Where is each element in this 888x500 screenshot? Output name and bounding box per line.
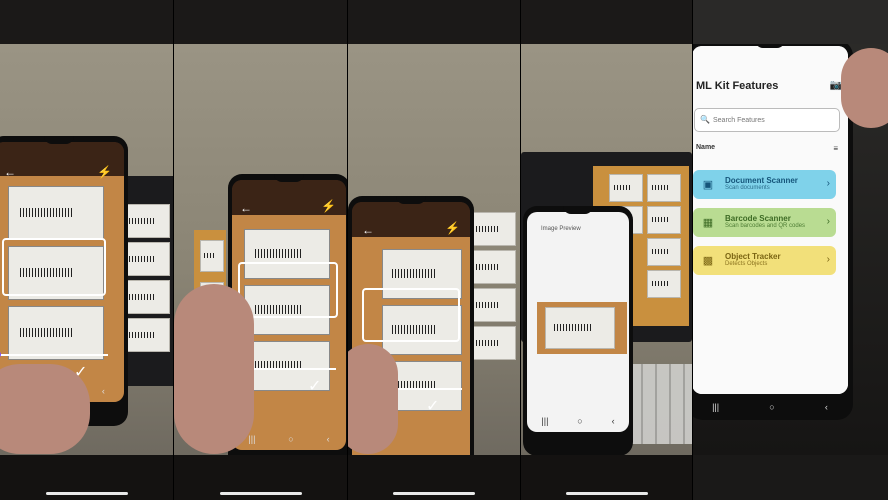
flash-icon[interactable]: ⚡ bbox=[321, 200, 336, 212]
scene-background: ML Kit Features 📷 🔍 Search Features Name… bbox=[693, 44, 888, 455]
preview-title: Image Preview bbox=[541, 226, 581, 232]
feature-title: Object Tracker bbox=[725, 251, 781, 261]
hand bbox=[841, 48, 888, 128]
feature-title: Barcode Scanner bbox=[725, 213, 791, 223]
top-letterbox bbox=[0, 0, 173, 44]
home-button[interactable]: ○ bbox=[577, 416, 582, 426]
android-nav-bar: ||| ○ ‹ bbox=[693, 400, 853, 414]
keyboard bbox=[629, 364, 692, 444]
scene-background: ← ⚡ ✓ ||| ○ ‹ bbox=[348, 44, 520, 455]
feature-subtitle: Scan documents bbox=[725, 185, 770, 192]
feature-subtitle: Detects Objects bbox=[725, 261, 768, 268]
flash-icon[interactable]: ⚡ bbox=[445, 222, 460, 234]
sort-icon[interactable]: ≡ bbox=[833, 144, 838, 153]
home-indicator bbox=[393, 492, 475, 495]
home-indicator bbox=[45, 492, 128, 495]
recents-button[interactable]: ||| bbox=[541, 416, 548, 426]
android-nav-bar: ||| ○ ‹ bbox=[527, 414, 629, 428]
zoom-slider[interactable] bbox=[0, 354, 108, 356]
back-button[interactable]: ‹ bbox=[102, 386, 105, 396]
search-icon: 🔍 bbox=[700, 115, 710, 124]
arrow-left-icon[interactable]: ← bbox=[4, 166, 16, 178]
home-indicator bbox=[219, 492, 302, 495]
chevron-right-icon: › bbox=[826, 216, 830, 227]
back-button[interactable]: ‹ bbox=[327, 434, 330, 444]
chevron-right-icon: › bbox=[826, 254, 830, 265]
video-frame-1: ← ⚡ ✓ ||| ○ ‹ bbox=[0, 0, 173, 500]
check-icon[interactable]: ✓ bbox=[308, 376, 321, 396]
list-header-name: Name bbox=[696, 144, 716, 151]
captured-document-image bbox=[537, 302, 627, 354]
phone: Image Preview ||| ○ ‹ bbox=[523, 206, 633, 455]
video-frame-3: ← ⚡ ✓ ||| ○ ‹ bbox=[348, 0, 520, 500]
camera-screen: ← ⚡ ✓ ||| ○ ‹ bbox=[0, 142, 124, 402]
object-icon: ▩ bbox=[702, 255, 714, 267]
app-screen: ML Kit Features 📷 🔍 Search Features Name… bbox=[693, 46, 848, 394]
back-button[interactable]: ‹ bbox=[825, 402, 828, 412]
feature-barcode-scanner[interactable]: ▦ Barcode Scanner Scan barcodes and QR c… bbox=[693, 208, 836, 237]
check-icon[interactable]: ✓ bbox=[426, 396, 439, 416]
scene-background: ← ⚡ ✓ ||| ○ ‹ bbox=[0, 44, 173, 455]
page-title: ML Kit Features bbox=[696, 80, 779, 92]
document-detection-frame bbox=[238, 262, 338, 318]
home-button[interactable]: ○ bbox=[288, 434, 293, 444]
qr-icon: ▦ bbox=[702, 217, 714, 229]
video-frame-2: ← ⚡ ✓ ||| ○ ‹ bbox=[174, 0, 347, 500]
image-preview-screen: Image Preview ||| ○ ‹ bbox=[527, 212, 629, 432]
android-nav-bar: ||| ○ ‹ bbox=[232, 432, 346, 446]
recents-button[interactable]: ||| bbox=[248, 434, 255, 444]
hand bbox=[348, 344, 398, 454]
feature-document-scanner[interactable]: ▣ Document Scanner Scan documents › bbox=[693, 170, 836, 199]
search-placeholder: Search Features bbox=[713, 117, 765, 124]
phone: ML Kit Features 📷 🔍 Search Features Name… bbox=[693, 44, 853, 420]
scene-background: Image Preview ||| ○ ‹ bbox=[521, 44, 692, 455]
feature-title: Document Scanner bbox=[725, 175, 798, 185]
scene-background: ← ⚡ ✓ ||| ○ ‹ bbox=[174, 44, 347, 455]
ml-kit-app: ML Kit Features 📷 🔍 Search Features Name… bbox=[693, 46, 848, 394]
home-indicator bbox=[565, 492, 648, 495]
arrow-left-icon[interactable]: ← bbox=[240, 202, 252, 214]
flash-icon[interactable]: ⚡ bbox=[97, 166, 112, 178]
video-frame-4: Image Preview ||| ○ ‹ bbox=[521, 0, 692, 500]
video-frame-5: ML Kit Features 📷 🔍 Search Features Name… bbox=[693, 0, 888, 500]
arrow-left-icon[interactable]: ← bbox=[362, 224, 374, 236]
home-button[interactable]: ○ bbox=[769, 402, 774, 412]
feature-object-tracker[interactable]: ▩ Object Tracker Detects Objects › bbox=[693, 246, 836, 275]
document-scan-icon: ▣ bbox=[702, 179, 714, 191]
document-detection-frame bbox=[2, 238, 106, 296]
recents-button[interactable]: ||| bbox=[712, 402, 719, 412]
hand bbox=[0, 364, 90, 454]
feature-subtitle: Scan barcodes and QR codes bbox=[725, 223, 806, 230]
document-detection-frame bbox=[362, 288, 460, 342]
chevron-right-icon: › bbox=[826, 178, 830, 189]
hand bbox=[174, 284, 254, 454]
search-input[interactable]: 🔍 Search Features bbox=[694, 108, 840, 132]
back-button[interactable]: ‹ bbox=[612, 416, 615, 426]
